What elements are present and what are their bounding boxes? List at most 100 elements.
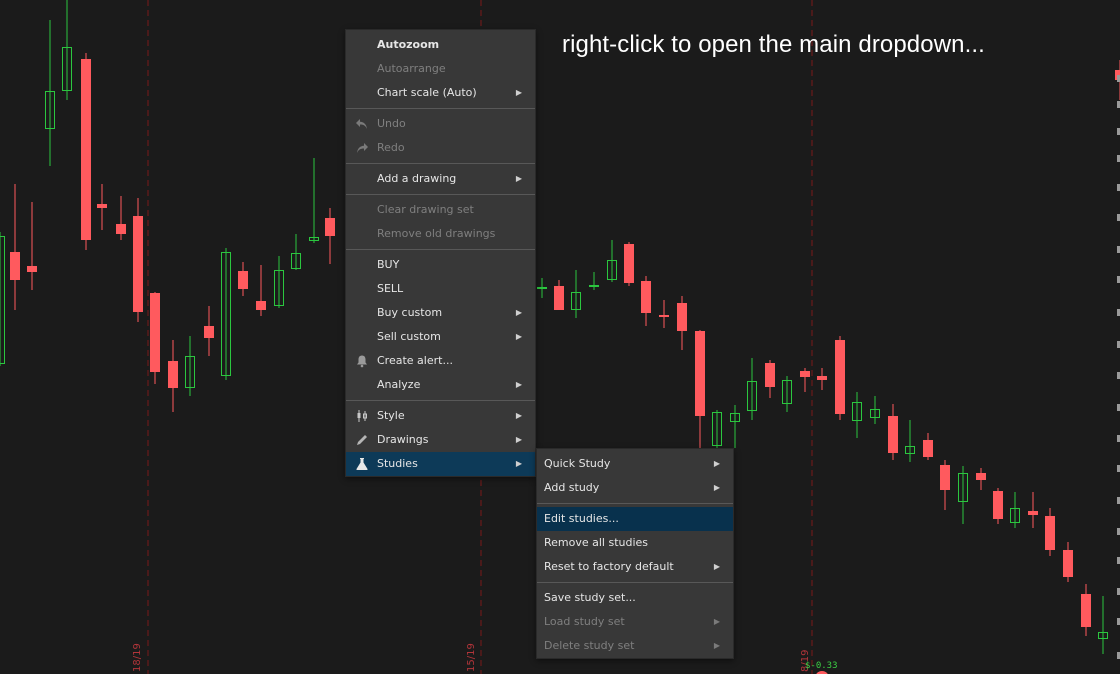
studies-item-edit-studies[interactable]: Edit studies... — [537, 507, 733, 531]
menu-item-label: Add study — [544, 481, 600, 494]
bell-icon — [355, 354, 369, 368]
menu-item-label: Studies — [377, 457, 418, 470]
submenu-arrow-icon: ▶ — [713, 483, 720, 492]
menu-item-label: Remove all studies — [544, 536, 649, 549]
studies-item-save-study-set[interactable]: Save study set... — [537, 586, 733, 610]
menu-item-add-a-drawing[interactable]: Add a drawing ▶ — [346, 167, 535, 191]
candle-body-down — [888, 416, 898, 453]
candle-body-down — [97, 204, 107, 208]
menu-item-undo: Undo — [346, 112, 535, 136]
menu-item-label: Buy custom — [377, 306, 443, 319]
menu-item-buy[interactable]: BUY — [346, 253, 535, 277]
candle-body-up — [589, 285, 599, 287]
menu-item-analyze[interactable]: Analyze ▶ — [346, 373, 535, 397]
candle-body-down — [256, 301, 266, 310]
candle-body-down — [923, 440, 933, 457]
studies-item-remove-all-studies[interactable]: Remove all studies — [537, 531, 733, 555]
menu-separator — [346, 400, 535, 401]
menu-separator — [346, 194, 535, 195]
candle-body-down — [765, 363, 775, 387]
studies-item-load-study-set: Load study set ▶ — [537, 610, 733, 634]
menu-item-label: Delete study set — [544, 639, 635, 652]
studies-item-delete-study-set: Delete study set ▶ — [537, 634, 733, 658]
menu-item-buy-custom[interactable]: Buy custom ▶ — [346, 301, 535, 325]
menu-item-label: Drawings — [377, 433, 429, 446]
menu-item-label: Quick Study — [544, 457, 611, 470]
menu-item-label: Remove old drawings — [377, 227, 496, 240]
menu-item-label: Edit studies... — [544, 512, 619, 525]
candle-body-down — [1063, 550, 1073, 577]
menu-item-label: Sell custom — [377, 330, 441, 343]
candle-body-down — [695, 331, 705, 416]
menu-separator — [346, 249, 535, 250]
menu-item-style[interactable]: Style ▶ — [346, 404, 535, 428]
menu-item-remove-old-drawings: Remove old drawings — [346, 222, 535, 246]
candle-body-down — [10, 252, 20, 280]
menu-separator — [537, 582, 733, 583]
menu-item-clear-drawing-set: Clear drawing set — [346, 198, 535, 222]
candle-body-up — [0, 236, 5, 364]
candle-body-down — [81, 59, 91, 240]
candle-body-down — [800, 371, 810, 377]
menu-item-label: Autoarrange — [377, 62, 446, 75]
candle-body-down — [976, 473, 986, 480]
menu-item-label: Style — [377, 409, 405, 422]
candle-body-down — [624, 244, 634, 283]
candle-body-up — [537, 287, 547, 289]
submenu-arrow-icon: ▶ — [515, 411, 522, 420]
menu-item-label: BUY — [377, 258, 400, 271]
flask-icon — [355, 457, 369, 471]
menu-item-autoarrange: Autoarrange — [346, 57, 535, 81]
menu-item-label: Redo — [377, 141, 405, 154]
submenu-arrow-icon: ▶ — [713, 617, 720, 626]
submenu-arrow-icon: ▶ — [515, 174, 522, 183]
menu-item-label: Add a drawing — [377, 172, 457, 185]
pencil-icon — [355, 433, 369, 447]
candle-body-down — [940, 465, 950, 490]
candle-body-down — [1045, 516, 1055, 550]
candle-body-down — [554, 286, 564, 310]
submenu-arrow-icon: ▶ — [515, 88, 522, 97]
candlestick-icon — [355, 409, 369, 423]
candle-body-down — [325, 218, 335, 236]
menu-item-create-alert[interactable]: Create alert... — [346, 349, 535, 373]
candle-body-down — [835, 340, 845, 414]
menu-item-label: Reset to factory default — [544, 560, 674, 573]
menu-item-redo: Redo — [346, 136, 535, 160]
candle-body-down — [659, 315, 669, 317]
chart-context-menu: Autozoom Autoarrange Chart scale (Auto) ▶ Un… — [345, 29, 536, 477]
price-readout: $-0.33 — [805, 661, 838, 671]
candle-body-down — [168, 361, 178, 388]
submenu-arrow-icon: ▶ — [515, 435, 522, 444]
candle-body-down — [1081, 594, 1091, 627]
candle-body-down — [817, 376, 827, 380]
menu-item-label: SELL — [377, 282, 404, 295]
menu-separator — [537, 503, 733, 504]
studies-item-reset-to-factory-default[interactable]: Reset to factory default ▶ — [537, 555, 733, 579]
menu-item-studies[interactable]: Studies ▶ — [346, 452, 535, 476]
candle-body-down — [238, 271, 248, 289]
submenu-arrow-icon: ▶ — [515, 380, 522, 389]
candle-body-down — [116, 224, 126, 234]
studies-item-add-study[interactable]: Add study ▶ — [537, 476, 733, 500]
submenu-arrow-icon: ▶ — [515, 308, 522, 317]
menu-item-label: Clear drawing set — [377, 203, 474, 216]
studies-submenu: Quick Study ▶ Add study ▶ Edit studies... Rem… — [536, 448, 734, 659]
menu-item-sell-custom[interactable]: Sell custom ▶ — [346, 325, 535, 349]
menu-item-label: Create alert... — [377, 354, 453, 367]
menu-item-sell[interactable]: SELL — [346, 277, 535, 301]
menu-item-label: Load study set — [544, 615, 625, 628]
submenu-arrow-icon: ▶ — [713, 641, 720, 650]
studies-item-quick-study[interactable]: Quick Study ▶ — [537, 452, 733, 476]
menu-separator — [346, 163, 535, 164]
menu-item-chart-scale-auto[interactable]: Chart scale (Auto) ▶ — [346, 81, 535, 105]
menu-item-drawings[interactable]: Drawings ▶ — [346, 428, 535, 452]
menu-item-autozoom[interactable]: Autozoom — [346, 33, 535, 57]
submenu-arrow-icon: ▶ — [713, 562, 720, 571]
date-axis-label: 18/19 — [132, 643, 143, 672]
menu-item-label: Save study set... — [544, 591, 636, 604]
candle-body-down — [150, 293, 160, 372]
submenu-arrow-icon: ▶ — [713, 459, 720, 468]
candle-body-down — [993, 491, 1003, 519]
menu-separator — [346, 108, 535, 109]
